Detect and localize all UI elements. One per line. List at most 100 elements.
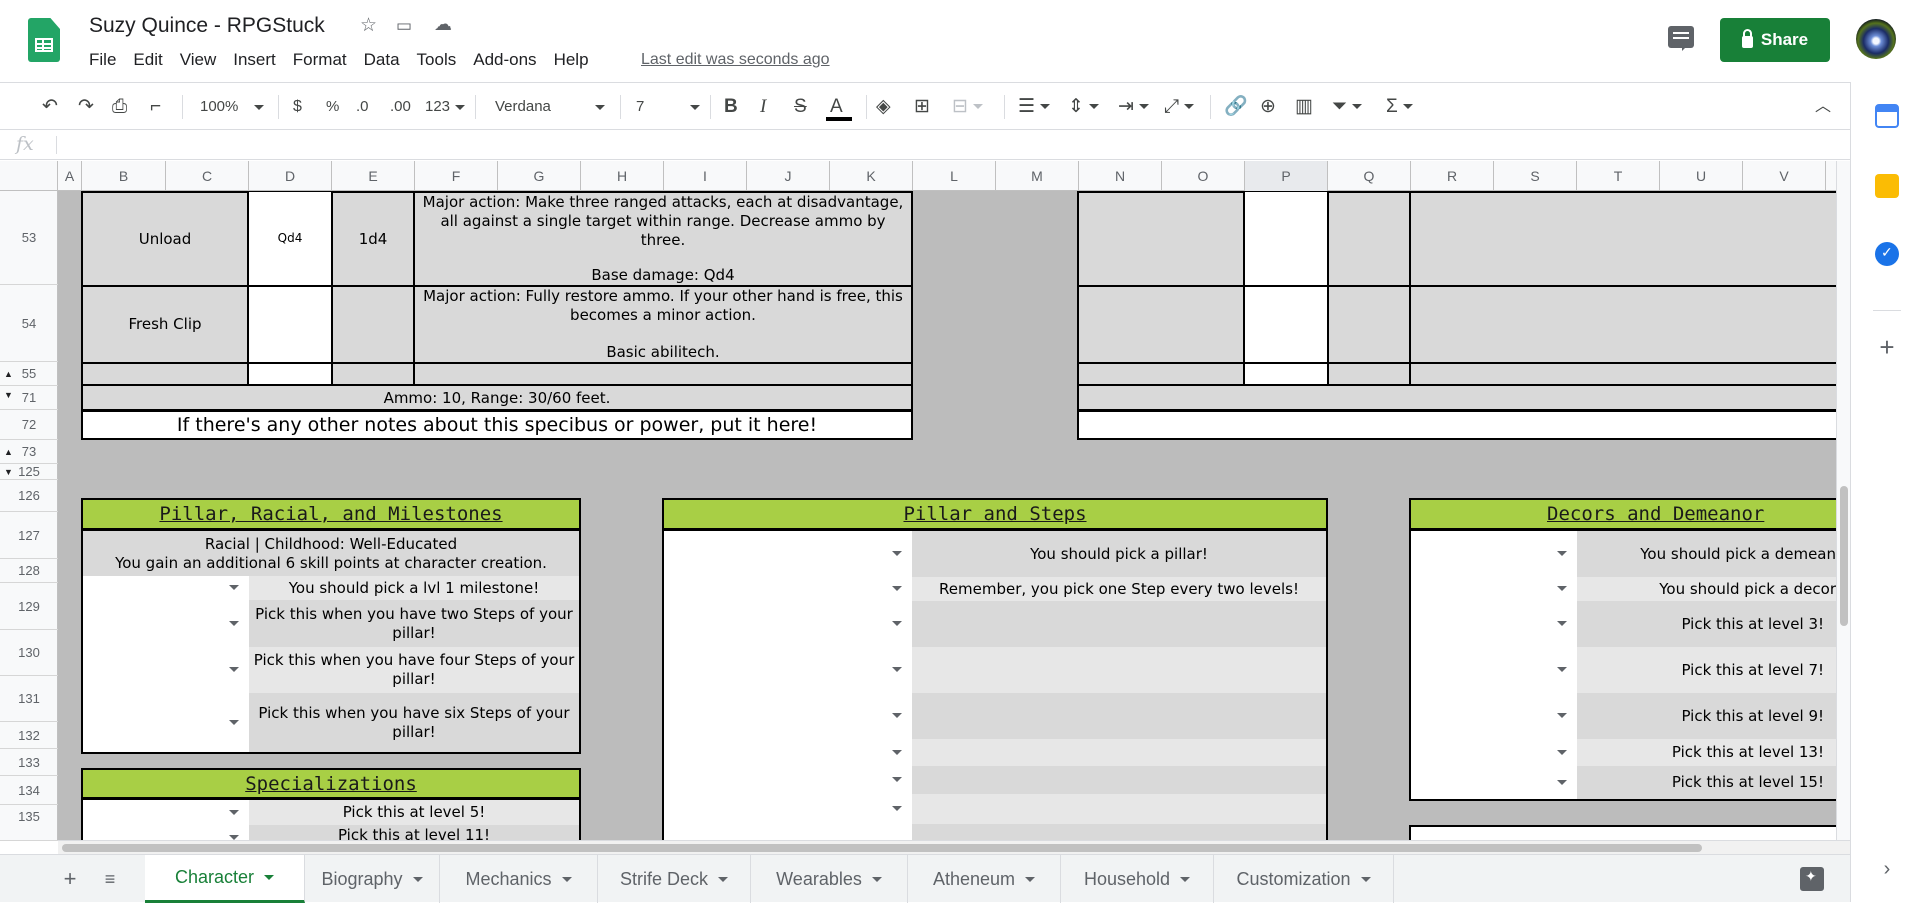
pillar-hint[interactable]: You should pick a pillar! xyxy=(912,531,1326,577)
horizontal-scroll-thumb[interactable] xyxy=(62,844,1702,852)
decor-hint[interactable]: Pick this at level 9! xyxy=(1577,693,1836,739)
insert-comment-icon[interactable]: ⊕ xyxy=(1260,95,1276,119)
fill-color-icon[interactable]: ◈ xyxy=(876,95,891,119)
demeanor-hint[interactable]: You should pick a demean xyxy=(1577,531,1836,577)
decor-dropdown[interactable] xyxy=(1411,647,1577,693)
tab-wearables[interactable]: Wearables xyxy=(751,855,908,903)
row-header[interactable]: 134 xyxy=(0,776,58,805)
decor-dropdown[interactable] xyxy=(1411,577,1577,601)
get-add-ons-icon[interactable]: + xyxy=(1875,334,1899,360)
expand-group-icon[interactable]: ▲ xyxy=(4,369,13,379)
italic-button[interactable]: I xyxy=(760,95,766,119)
milestone-hint[interactable]: Pick this when you have two Steps of you… xyxy=(249,600,579,647)
step-hint[interactable]: Remember, you pick one Step every two le… xyxy=(912,577,1326,601)
step-hint[interactable] xyxy=(912,794,1326,824)
tab-mechanics[interactable]: Mechanics xyxy=(440,855,598,903)
select-all-corner[interactable] xyxy=(0,161,58,191)
menu-insert[interactable]: Insert xyxy=(233,50,283,70)
ammo-range-cell[interactable]: Ammo: 10, Range: 30/60 feet. xyxy=(83,386,911,410)
strikethrough-button[interactable]: S xyxy=(794,95,807,119)
step-hint[interactable] xyxy=(912,601,1326,647)
column-header[interactable]: J xyxy=(747,161,830,191)
row-header[interactable]: 132 xyxy=(0,722,58,749)
decor-hint[interactable]: You should pick a decor xyxy=(1577,577,1836,601)
redo-icon[interactable]: ↷ xyxy=(78,95,94,119)
row-header[interactable]: 72 xyxy=(0,410,58,440)
document-title[interactable]: Suzy Quince - RPGStuck xyxy=(89,14,325,38)
decor-hint[interactable]: Pick this at level 13! xyxy=(1577,739,1836,766)
column-header[interactable]: T xyxy=(1577,161,1660,191)
decor-hint[interactable]: Pick this at level 7! xyxy=(1577,647,1836,693)
column-header[interactable]: R xyxy=(1411,161,1494,191)
row-header[interactable]: 53 xyxy=(0,191,58,285)
menu-add-ons[interactable]: Add-ons xyxy=(473,50,543,70)
more-formats-button[interactable]: 123 xyxy=(425,95,466,119)
step-dropdown[interactable] xyxy=(664,601,912,647)
star-icon[interactable]: ☆ xyxy=(360,14,377,37)
step-dropdown[interactable] xyxy=(664,794,912,824)
column-header[interactable]: M xyxy=(996,161,1079,191)
column-header[interactable]: L xyxy=(913,161,996,191)
tab-atheneum[interactable]: Atheneum xyxy=(908,855,1061,903)
sheets-logo-icon[interactable] xyxy=(28,18,60,62)
menu-file[interactable]: File xyxy=(89,50,123,70)
step-hint[interactable] xyxy=(912,766,1326,794)
column-header[interactable]: A xyxy=(58,161,82,191)
ability-name-fresh-clip[interactable]: Fresh Clip xyxy=(83,287,247,362)
functions-icon[interactable]: Σ xyxy=(1386,95,1413,119)
ability-name-unload[interactable]: Unload xyxy=(83,193,247,285)
decor-dropdown[interactable] xyxy=(1411,766,1577,799)
row-header[interactable]: 129 xyxy=(0,583,58,630)
column-header[interactable]: S xyxy=(1494,161,1577,191)
tab-character[interactable]: Character xyxy=(145,855,305,903)
bold-button[interactable]: B xyxy=(724,95,738,119)
font-family-select[interactable]: Verdana xyxy=(495,95,605,119)
ability-description-fresh-clip[interactable]: Major action: Fully restore ammo. If you… xyxy=(418,287,908,362)
menu-tools[interactable]: Tools xyxy=(417,50,464,70)
row-header[interactable]: 54 xyxy=(0,285,58,362)
empty-cell[interactable] xyxy=(249,364,331,384)
step-dropdown[interactable] xyxy=(664,766,912,794)
step-dropdown[interactable] xyxy=(664,739,912,766)
milestone-hint[interactable]: Pick this when you have six Steps of you… xyxy=(249,693,579,752)
row-header[interactable]: 135 xyxy=(0,805,58,841)
notes-cell[interactable] xyxy=(1077,410,1850,440)
column-header[interactable]: D xyxy=(249,161,332,191)
notes-cell[interactable]: If there's any other notes about this sp… xyxy=(81,410,913,440)
comments-icon[interactable] xyxy=(1668,26,1694,51)
specialization-hint[interactable]: Pick this at level 5! xyxy=(249,800,579,825)
menu-edit[interactable]: Edit xyxy=(133,50,169,70)
ability-die-unload[interactable]: 1d4 xyxy=(333,193,413,285)
expand-group-icon[interactable]: ▲ xyxy=(4,447,13,457)
step-hint[interactable] xyxy=(912,739,1326,766)
percent-format-button[interactable]: % xyxy=(326,95,339,119)
decor-dropdown[interactable] xyxy=(1411,739,1577,766)
menu-format[interactable]: Format xyxy=(293,50,354,70)
tab-biography[interactable]: Biography xyxy=(305,855,440,903)
empty-cell[interactable] xyxy=(1245,287,1327,362)
clip-damage-cell[interactable] xyxy=(249,287,331,362)
zoom-select[interactable]: 100% xyxy=(200,95,265,119)
text-rotation-icon[interactable]: ⤢ xyxy=(1164,95,1195,119)
column-header[interactable]: I xyxy=(664,161,747,191)
section-title-decors[interactable]: Decors and Demeanor xyxy=(1409,498,1850,530)
milestone-dropdown[interactable] xyxy=(83,647,249,693)
text-color-button[interactable]: A xyxy=(830,95,843,119)
section-title-pillar-steps[interactable]: Pillar and Steps xyxy=(662,498,1328,530)
step-dropdown[interactable] xyxy=(664,647,912,693)
column-header[interactable]: U xyxy=(1660,161,1743,191)
milestone-dropdown[interactable] xyxy=(83,600,249,647)
demeanor-dropdown[interactable] xyxy=(1411,531,1577,577)
menu-data[interactable]: Data xyxy=(364,50,407,70)
milestone-hint[interactable]: You should pick a lvl 1 milestone! xyxy=(249,576,579,600)
step-dropdown[interactable] xyxy=(664,577,912,601)
section-title-specializations[interactable]: Specializations xyxy=(81,768,581,799)
empty-cell[interactable] xyxy=(1245,192,1327,285)
vertical-scrollbar[interactable] xyxy=(1836,161,1850,841)
column-header[interactable]: P xyxy=(1245,161,1328,191)
calendar-icon[interactable] xyxy=(1875,104,1899,128)
decor-hint[interactable]: Pick this at level 3! xyxy=(1577,601,1836,647)
racial-cell[interactable]: Racial | Childhood: Well-Educated You ga… xyxy=(83,531,579,576)
tab-household[interactable]: Household xyxy=(1061,855,1214,903)
text-wrapping-icon[interactable]: ⇥ xyxy=(1118,95,1149,119)
